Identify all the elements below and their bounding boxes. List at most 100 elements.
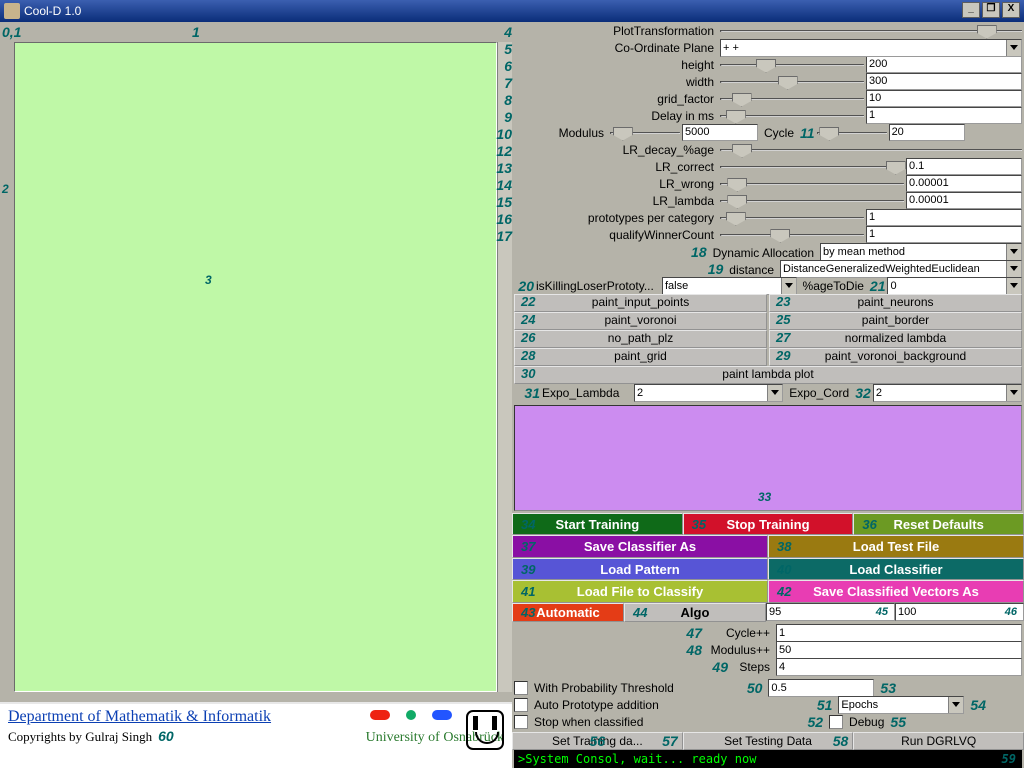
window-controls: _ ❐ X: [962, 2, 1020, 18]
maximize-button[interactable]: ❐: [982, 2, 1000, 18]
input-cyclepp[interactable]: 1: [776, 624, 1022, 642]
input-width[interactable]: 300: [866, 73, 1022, 90]
btn-norm-lambda[interactable]: 27normalized lambda: [769, 330, 1022, 348]
run-dgrlvq-button[interactable]: Run DGRLVQ: [853, 732, 1024, 750]
combo-coord-plane[interactable]: + +: [720, 39, 1022, 57]
anno-0-1: 0,1: [2, 24, 21, 40]
slider-lr-correct[interactable]: [720, 160, 904, 174]
set-training-data-button[interactable]: 56Set Training da...57: [512, 732, 683, 750]
chk-stop-classified[interactable]: [514, 715, 528, 729]
btn-paint-input[interactable]: 22paint_input_points: [514, 294, 767, 312]
chevron-down-icon: [948, 697, 963, 713]
system-console: >System Consol, wait... ready now 59: [514, 750, 1022, 768]
save-vectors-button[interactable]: 42Save Classified Vectors As: [768, 580, 1024, 603]
set-testing-data-button[interactable]: Set Testing Data58: [683, 732, 854, 750]
slider-lr-lambda[interactable]: [720, 194, 904, 208]
input-delay[interactable]: 1: [866, 107, 1022, 124]
slider-lr-wrong[interactable]: [720, 177, 904, 191]
load-file-classify-button[interactable]: 41Load File to Classify: [512, 580, 768, 603]
input-lr-correct[interactable]: 0.1: [906, 158, 1022, 175]
input-height[interactable]: 200: [866, 56, 1022, 73]
combo-expo-lambda[interactable]: 2: [634, 384, 783, 402]
combo-age-to-die[interactable]: 0: [887, 277, 1022, 295]
combo-dynamic-alloc[interactable]: by mean method: [820, 243, 1022, 261]
anno-3: 3: [205, 273, 212, 287]
slider-delay[interactable]: [720, 109, 864, 123]
slider-lr-decay[interactable]: [720, 143, 1022, 157]
label-distance: distance: [729, 263, 774, 277]
input-algo-v2[interactable]: 10046: [895, 603, 1024, 621]
label-coord-plane: Co-Ordinate Plane: [615, 41, 714, 55]
load-test-file-button[interactable]: 38Load Test File: [768, 535, 1024, 558]
minimize-button[interactable]: _: [962, 2, 980, 18]
slider-grid-factor[interactable]: [720, 92, 864, 106]
combo-is-killing[interactable]: false: [662, 277, 797, 295]
main-canvas[interactable]: 3: [14, 42, 497, 692]
chk-debug[interactable]: [829, 715, 843, 729]
input-cycle[interactable]: 20: [889, 124, 965, 141]
input-steps[interactable]: 4: [776, 658, 1022, 676]
input-moduluspp[interactable]: 50: [776, 641, 1022, 659]
combo-distance[interactable]: DistanceGeneralizedWeightedEuclidean: [780, 260, 1022, 278]
label-lr-lambda: LR_lambda: [653, 194, 714, 208]
label-prob-threshold: With Probability Threshold: [534, 681, 741, 695]
btn-paint-voronoi[interactable]: 24paint_voronoi: [514, 312, 767, 330]
label-steps: Steps: [730, 660, 774, 674]
btn-paint-lambda[interactable]: 30paint lambda plot: [514, 366, 1022, 384]
label-dynamic-alloc: Dynamic Allocation: [713, 246, 814, 260]
close-button[interactable]: X: [1002, 2, 1020, 18]
label-is-killing: isKillingLoserPrototy...: [536, 279, 660, 293]
input-lr-wrong[interactable]: 0.00001: [906, 175, 1022, 192]
slider-cycle[interactable]: [817, 126, 887, 140]
slider-plot-transformation[interactable]: [720, 24, 1022, 38]
combo-epochs[interactable]: Epochs: [838, 696, 964, 714]
chevron-down-icon: [1006, 385, 1021, 401]
parameter-panel: 4PlotTransformation 5Co-Ordinate Plane +…: [512, 22, 1024, 401]
chk-auto-prototype[interactable]: [514, 698, 528, 712]
load-pattern-button[interactable]: 39Load Pattern: [512, 558, 768, 581]
input-grid-factor[interactable]: 10: [866, 90, 1022, 107]
chevron-down-icon: [1006, 278, 1021, 294]
slider-width[interactable]: [720, 75, 864, 89]
label-lr-correct: LR_correct: [655, 160, 714, 174]
anno-33: 33: [758, 490, 771, 504]
label-height: height: [681, 58, 714, 72]
input-modulus[interactable]: 5000: [682, 124, 758, 141]
chevron-down-icon: [781, 278, 796, 294]
algo-button[interactable]: 44Algo: [624, 603, 766, 622]
input-prototypes[interactable]: 1: [866, 209, 1022, 226]
btn-no-path[interactable]: 26no_path_plz: [514, 330, 767, 348]
reset-defaults-button[interactable]: 36Reset Defaults: [853, 513, 1024, 536]
app-icon: [4, 3, 20, 19]
title-bar: Cool-D 1.0 _ ❐ X: [0, 0, 1024, 22]
combo-expo-cord[interactable]: 2: [873, 384, 1022, 402]
slider-modulus[interactable]: [610, 126, 680, 140]
label-stop-classified: Stop when classified: [534, 715, 801, 729]
input-prob-threshold[interactable]: 0.5: [768, 679, 874, 697]
automatic-button[interactable]: 43Automatic: [512, 603, 624, 622]
btn-paint-neurons[interactable]: 23paint_neurons: [769, 294, 1022, 312]
slider-prototypes[interactable]: [720, 211, 864, 225]
input-algo-v1[interactable]: 9545: [766, 603, 895, 621]
start-training-button[interactable]: 34Start Training: [512, 513, 683, 536]
chevron-down-icon: [767, 385, 782, 401]
stop-training-button[interactable]: 35Stop Training: [683, 513, 854, 536]
window-title: Cool-D 1.0: [24, 4, 81, 18]
secondary-canvas[interactable]: 33: [514, 405, 1022, 511]
btn-paint-border[interactable]: 25paint_border: [769, 312, 1022, 330]
input-qualify[interactable]: 1: [866, 226, 1022, 243]
chevron-down-icon: [1006, 40, 1021, 56]
btn-paint-voronoi-bg[interactable]: 29paint_voronoi_background: [769, 348, 1022, 366]
chevron-down-icon: [1006, 244, 1021, 260]
input-lr-lambda[interactable]: 0.00001: [906, 192, 1022, 209]
load-classifier-button[interactable]: 40Load Classifier: [768, 558, 1024, 581]
chk-prob-threshold[interactable]: [514, 681, 528, 695]
slider-qualify[interactable]: [720, 228, 864, 242]
face-icon: [466, 710, 504, 750]
slider-height[interactable]: [720, 58, 864, 72]
anno-2: 2: [2, 182, 9, 196]
chevron-down-icon: [1006, 261, 1021, 277]
save-classifier-button[interactable]: 37Save Classifier As: [512, 535, 768, 558]
label-grid-factor: grid_factor: [657, 92, 714, 106]
btn-paint-grid[interactable]: 28paint_grid: [514, 348, 767, 366]
